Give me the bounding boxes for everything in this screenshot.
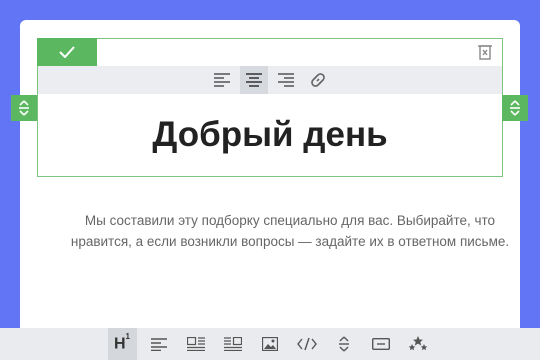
link-icon bbox=[311, 73, 325, 87]
link-button[interactable] bbox=[304, 66, 332, 94]
check-icon bbox=[59, 46, 75, 58]
align-right-button[interactable] bbox=[272, 66, 300, 94]
heading-icon: H1 bbox=[113, 331, 130, 353]
insert-text-button[interactable] bbox=[145, 328, 174, 360]
resize-vertical-icon bbox=[19, 100, 29, 116]
text-format-toolbar bbox=[38, 66, 502, 94]
align-center-button[interactable] bbox=[240, 66, 268, 94]
resize-handle-left[interactable] bbox=[11, 95, 37, 121]
align-center-icon bbox=[246, 73, 262, 87]
resize-handle-right[interactable] bbox=[502, 95, 528, 121]
paragraph-text[interactable]: Мы составили эту подборку специально для… bbox=[60, 210, 520, 252]
block-insert-toolbar: H1 bbox=[0, 328, 540, 360]
trash-icon bbox=[478, 45, 492, 60]
insert-spacer-button[interactable] bbox=[330, 328, 359, 360]
heading-text[interactable]: Добрый день bbox=[38, 94, 502, 176]
align-left-button[interactable] bbox=[208, 66, 236, 94]
spacer-icon bbox=[339, 336, 349, 352]
insert-code-button[interactable] bbox=[293, 328, 322, 360]
image-right-text-icon bbox=[224, 337, 242, 351]
resize-vertical-icon bbox=[510, 100, 520, 116]
insert-image-left-text-button[interactable] bbox=[182, 328, 211, 360]
align-right-icon bbox=[278, 73, 294, 87]
image-left-text-icon bbox=[187, 337, 205, 351]
insert-image-right-text-button[interactable] bbox=[219, 328, 248, 360]
rating-icon bbox=[408, 336, 428, 351]
heading-label: H bbox=[113, 335, 126, 353]
heading-block[interactable]: Добрый день bbox=[37, 38, 503, 177]
email-editor-canvas: Добрый день Мы составили эту подборку сп… bbox=[20, 20, 520, 360]
heading-sup: 1 bbox=[125, 331, 130, 341]
image-icon bbox=[262, 337, 278, 351]
delete-block-button[interactable] bbox=[476, 43, 494, 61]
text-icon bbox=[151, 337, 167, 351]
code-icon bbox=[297, 337, 317, 351]
button-icon bbox=[372, 338, 390, 350]
insert-heading-button[interactable]: H1 bbox=[107, 328, 137, 360]
insert-rating-button[interactable] bbox=[404, 328, 433, 360]
done-button[interactable] bbox=[37, 38, 97, 66]
insert-button-button[interactable] bbox=[367, 328, 396, 360]
align-left-icon bbox=[214, 73, 230, 87]
insert-image-button[interactable] bbox=[256, 328, 285, 360]
